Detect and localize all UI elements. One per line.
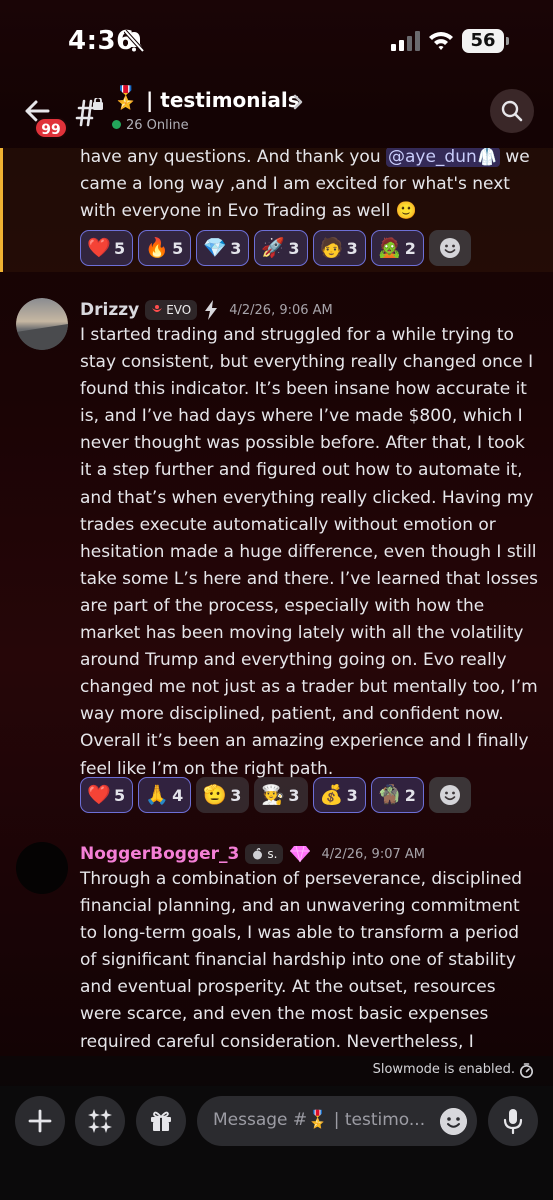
unread-badge: 99	[34, 117, 68, 139]
reaction-count: 3	[230, 785, 242, 805]
reaction-count: 3	[230, 238, 242, 258]
channel-name[interactable]: | testimonials	[146, 88, 300, 112]
reaction-heart[interactable]: ❤️ 5	[80, 230, 134, 266]
reaction-emoji: 🚀	[261, 236, 286, 259]
status-bar: 4:36 56	[0, 0, 553, 80]
locked-channel-icon	[75, 98, 103, 127]
boost-icon	[205, 300, 218, 320]
reaction-emoji: 💎	[203, 236, 227, 259]
reaction-emoji: 🧑	[319, 236, 344, 259]
reaction-emoji: 🧟	[377, 236, 402, 259]
add-reaction-button[interactable]	[428, 230, 471, 266]
message-input[interactable]: Message #🎖️ | testimo...	[197, 1096, 477, 1146]
reaction-custom-troll[interactable]: 🧌 2	[370, 777, 424, 813]
server-tag-label: s.	[267, 847, 278, 861]
reaction-gem[interactable]: 💎 3	[196, 230, 250, 266]
microphone-icon	[503, 1109, 523, 1134]
apps-button[interactable]	[75, 1096, 125, 1146]
reaction-rocket[interactable]: 🚀 3	[254, 230, 308, 266]
reaction-count: 5	[172, 238, 184, 258]
reaction-count: 5	[114, 785, 126, 805]
plus-icon	[28, 1109, 52, 1133]
message-list[interactable]: have any questions. And thank you @aye_d…	[0, 148, 553, 1056]
message-input-placeholder: Message #🎖️ | testimo...	[213, 1110, 426, 1130]
author-name[interactable]: NoggerBogger_3	[80, 844, 239, 864]
reaction-count: 3	[346, 238, 358, 258]
add-reaction-button[interactable]	[428, 777, 471, 813]
message-text: I started trading and struggled for a wh…	[80, 325, 539, 779]
reaction-count: 5	[114, 238, 126, 258]
gift-icon	[151, 1111, 171, 1131]
reaction-emoji: 🙏	[145, 783, 169, 806]
tag-icon	[152, 305, 163, 312]
tag-icon	[253, 848, 263, 860]
reaction-emoji: 🫡	[203, 783, 227, 806]
reaction-heart[interactable]: ❤️ 5	[80, 777, 134, 813]
timestamp: 4/2/26, 9:07 AM	[321, 846, 425, 862]
reaction-fire[interactable]: 🔥 5	[138, 230, 192, 266]
reaction-custom-zombie[interactable]: 🧟 2	[370, 230, 424, 266]
bell-off-icon	[124, 30, 144, 52]
reaction-bar: ❤️ 5 🙏 4 🫡 3 🧑‍🍳 3 💰 3 🧌 2	[80, 777, 471, 813]
channel-emoji: 🎖️	[112, 86, 140, 111]
battery-indicator: 56	[462, 29, 509, 53]
avatar-noggerbogger[interactable]	[16, 842, 68, 894]
reaction-emoji: 💰	[319, 783, 344, 806]
reaction-count: 2	[404, 785, 416, 805]
reaction-emoji: ❤️	[87, 783, 111, 806]
message-text: Through a combination of perseverance, d…	[80, 869, 523, 1052]
search-icon	[501, 100, 523, 122]
message-header: Drizzy EVO 4/2/26, 9:06 AM	[80, 298, 333, 322]
add-reaction-icon	[439, 785, 460, 805]
reaction-emoji: 🧌	[377, 783, 402, 806]
message-header: NoggerBogger_3 s. 4/2/26, 9:07 AM	[80, 842, 425, 866]
avatar-drizzy[interactable]	[16, 298, 68, 350]
channel-header: 🎖️ | testimonials 26 Online	[0, 80, 553, 148]
reaction-pray[interactable]: 🙏 4	[138, 777, 192, 813]
voice-message-button[interactable]	[488, 1096, 538, 1146]
reaction-salute[interactable]: 🫡 3	[196, 777, 250, 813]
search-button[interactable]	[490, 89, 534, 133]
user-mention[interactable]: @aye_dun🥼	[386, 148, 500, 167]
reaction-count: 3	[288, 238, 300, 258]
reaction-bar: ❤️ 5 🔥 5 💎 3 🚀 3 🧑 3 🧟 2	[80, 230, 471, 266]
attach-button[interactable]	[15, 1096, 65, 1146]
reaction-money-bag[interactable]: 💰 3	[312, 777, 366, 813]
diamond-icon	[290, 845, 311, 863]
slowmode-bar: Slowmode is enabled.	[0, 1056, 553, 1086]
author-name[interactable]: Drizzy	[80, 300, 139, 320]
online-count: 26 Online	[112, 118, 189, 133]
server-tag-label: EVO	[166, 303, 192, 317]
online-dot	[112, 120, 121, 129]
timer-icon	[520, 1063, 533, 1078]
timestamp: 4/2/26, 9:06 AM	[229, 302, 333, 318]
gift-button[interactable]	[136, 1096, 186, 1146]
reaction-emoji: 🔥	[145, 236, 169, 259]
server-tag[interactable]: s.	[245, 844, 284, 864]
signal-icon	[391, 31, 420, 51]
online-label: 26 Online	[126, 118, 189, 133]
wifi-icon	[429, 32, 453, 50]
composer-bar: Message #🎖️ | testimo...	[0, 1086, 553, 1200]
reaction-emoji: ❤️	[87, 236, 111, 259]
reaction-count: 4	[172, 785, 184, 805]
slowmode-text: Slowmode is enabled.	[372, 1062, 515, 1077]
server-tag[interactable]: EVO	[145, 300, 198, 320]
emoji-icon[interactable]	[440, 1108, 467, 1135]
reaction-count: 2	[404, 238, 416, 258]
reaction-chef[interactable]: 🧑‍🍳 3	[254, 777, 308, 813]
message-text: have any questions. And thank you @aye_d…	[80, 148, 540, 225]
reaction-count: 3	[288, 785, 300, 805]
reaction-count: 3	[346, 785, 358, 805]
chevron-right-icon[interactable]	[292, 94, 304, 110]
apps-sparkle-icon	[88, 1109, 112, 1133]
add-reaction-icon	[439, 238, 460, 258]
reaction-emoji: 🧑‍🍳	[261, 783, 286, 806]
message-text-part: have any questions. And thank you	[80, 148, 386, 167]
reaction-custom-face[interactable]: 🧑 3	[312, 230, 366, 266]
